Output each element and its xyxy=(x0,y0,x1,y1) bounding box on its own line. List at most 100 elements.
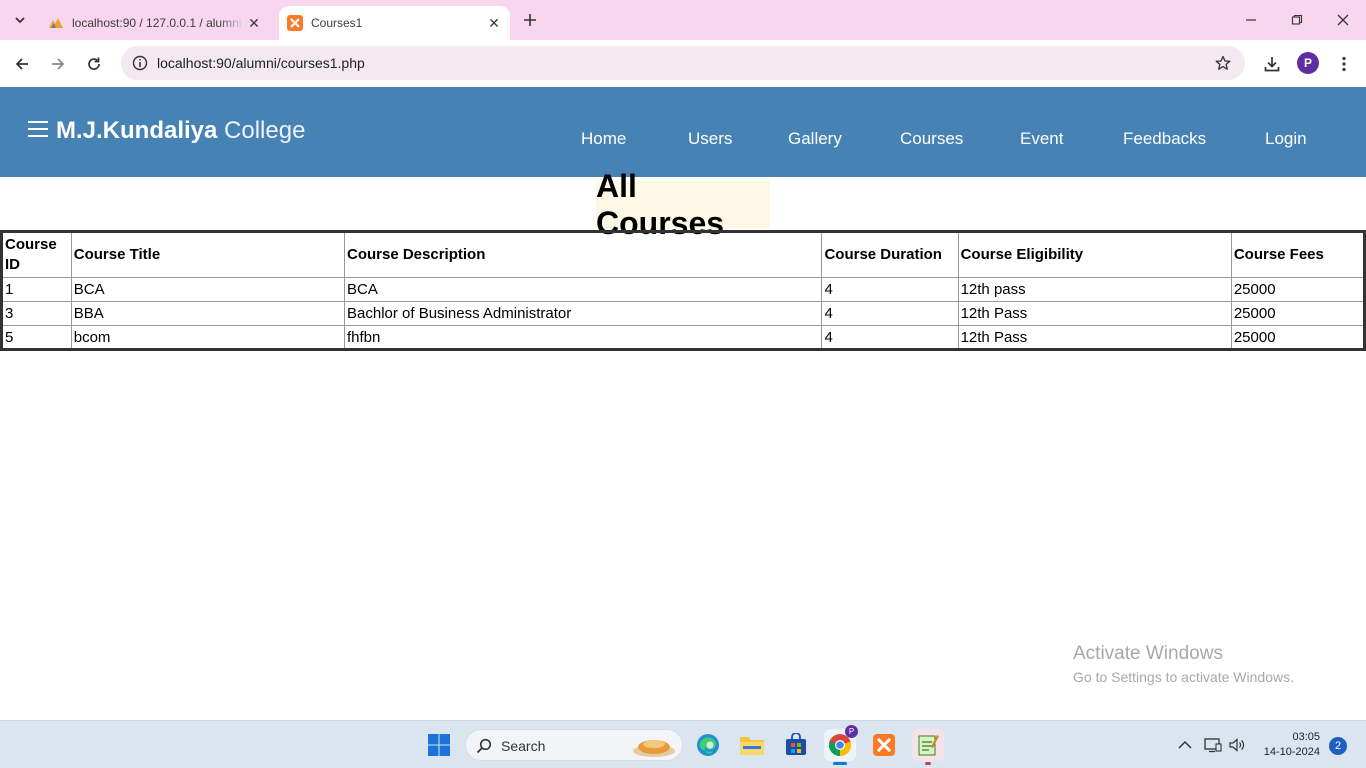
table-row: 1 BCA BCA 4 12th pass 25000 xyxy=(1,277,1366,302)
cell-course-eligibility: 12th pass xyxy=(957,277,1232,302)
taskbar-xampp[interactable] xyxy=(868,729,900,761)
taskbar-store[interactable] xyxy=(780,729,812,761)
minimize-icon xyxy=(1246,19,1256,21)
restore-icon xyxy=(1291,14,1303,25)
site-info-button[interactable] xyxy=(129,52,151,74)
xampp-icon xyxy=(873,734,895,756)
tab-search-button[interactable] xyxy=(8,8,32,32)
plus-icon xyxy=(524,14,536,26)
nav-home[interactable]: Home xyxy=(581,129,626,149)
nav-login[interactable]: Login xyxy=(1265,129,1307,149)
reload-button[interactable] xyxy=(82,52,106,76)
cell-course-title: BCA xyxy=(70,277,346,302)
restore-button[interactable] xyxy=(1282,8,1312,32)
column-header-course-title: Course Title xyxy=(70,231,346,278)
tab-title: Courses1 xyxy=(311,16,363,30)
site-brand[interactable]: M.J.Kundaliya College xyxy=(56,117,305,145)
download-icon xyxy=(1264,57,1280,72)
nav-event[interactable]: Event xyxy=(1020,129,1063,149)
cell-course-id: 1 xyxy=(1,277,72,302)
brand-suffix: College xyxy=(224,117,306,144)
edge-icon xyxy=(697,734,719,756)
taskbar-search[interactable]: Search xyxy=(465,729,683,761)
column-header-course-eligibility: Course Eligibility xyxy=(957,231,1232,278)
info-icon xyxy=(132,55,148,71)
nav-users[interactable]: Users xyxy=(688,129,732,149)
close-tab-icon[interactable]: ✕ xyxy=(484,13,504,33)
tab-phpmyadmin[interactable]: localhost:90 / 127.0.0.1 / alumni ✕ xyxy=(40,6,270,40)
cell-course-fees: 25000 xyxy=(1230,277,1366,302)
cell-course-fees: 25000 xyxy=(1230,325,1366,350)
system-clock[interactable]: 03:05 14-10-2024 xyxy=(1258,730,1320,760)
start-button[interactable] xyxy=(423,729,455,761)
folder-icon xyxy=(740,737,764,755)
cell-course-id: 3 xyxy=(1,301,72,326)
tab-courses1[interactable]: Courses1 ✕ xyxy=(279,6,510,40)
windows-taskbar: Search P 03:05 14-10-2024 2 xyxy=(0,720,1366,768)
close-tab-icon[interactable]: ✕ xyxy=(244,13,264,33)
column-header-course-duration: Course Duration xyxy=(821,231,959,278)
url-text[interactable]: localhost:90/alumni/courses1.php xyxy=(157,55,365,71)
taskbar-chrome[interactable]: P xyxy=(824,725,858,765)
page-title-box: All Courses xyxy=(596,168,770,241)
tab-title: localhost:90 / 127.0.0.1 / alumni xyxy=(72,16,242,30)
browser-menu-button[interactable] xyxy=(1332,52,1356,76)
cell-course-description: Bachlor of Business Administrator xyxy=(343,301,823,326)
column-header-course-fees: Course Fees xyxy=(1230,231,1366,278)
hamburger-menu-icon[interactable] xyxy=(28,121,48,139)
cell-course-description: BCA xyxy=(343,277,823,302)
cell-course-description: fhfbn xyxy=(343,325,823,350)
notification-badge[interactable]: 2 xyxy=(1329,737,1347,755)
search-icon xyxy=(476,738,492,754)
cell-course-duration: 4 xyxy=(821,301,959,326)
reload-icon xyxy=(88,57,100,70)
close-window-button[interactable] xyxy=(1328,8,1358,32)
table-row: 5 bcom fhfbn 4 12th Pass 25000 xyxy=(1,325,1366,350)
browser-tab-strip: localhost:90 / 127.0.0.1 / alumni ✕ Cour… xyxy=(0,0,1366,40)
table-row: 3 BBA Bachlor of Business Administrator … xyxy=(1,301,1366,326)
cell-course-title: bcom xyxy=(70,325,346,350)
column-header-course-description: Course Description xyxy=(343,231,823,278)
cell-course-duration: 4 xyxy=(821,277,959,302)
back-button[interactable] xyxy=(10,52,34,76)
profile-avatar[interactable]: P xyxy=(1297,52,1319,74)
cell-course-eligibility: 12th Pass xyxy=(957,301,1232,326)
chevron-up-icon xyxy=(1178,740,1192,749)
close-icon xyxy=(1337,14,1349,26)
show-hidden-icons-button[interactable] xyxy=(1175,735,1195,755)
watermark-title: Activate Windows xyxy=(1073,643,1223,664)
clock-date: 14-10-2024 xyxy=(1263,746,1320,758)
network-status[interactable] xyxy=(1203,735,1223,755)
brand-name: M.J.Kundaliya xyxy=(56,117,218,144)
arrow-left-icon xyxy=(15,58,28,70)
network-icon xyxy=(1204,738,1222,753)
cell-course-title: BBA xyxy=(70,301,346,326)
taskbar-notepad[interactable] xyxy=(912,729,944,765)
watermark-subtitle: Go to Settings to activate Windows. xyxy=(1073,669,1294,685)
pie-doodle-icon xyxy=(633,740,675,757)
cell-course-fees: 25000 xyxy=(1230,301,1366,326)
nav-courses[interactable]: Courses xyxy=(900,129,963,149)
activation-watermark: Activate Windows Go to Settings to activ… xyxy=(1073,643,1294,685)
nav-feedbacks[interactable]: Feedbacks xyxy=(1123,129,1206,149)
volume-control[interactable] xyxy=(1227,735,1247,755)
taskbar-edge[interactable] xyxy=(692,729,724,761)
downloads-button[interactable] xyxy=(1260,52,1284,76)
taskbar-file-explorer[interactable] xyxy=(736,729,768,761)
address-bar[interactable]: localhost:90/alumni/courses1.php xyxy=(121,46,1245,80)
search-label: Search xyxy=(501,738,546,754)
new-tab-button[interactable] xyxy=(520,10,540,30)
cell-course-id: 5 xyxy=(1,325,72,350)
column-header-course-id: Course ID xyxy=(1,231,72,278)
minimize-button[interactable] xyxy=(1236,8,1266,32)
active-indicator xyxy=(833,762,847,765)
notepad-icon xyxy=(918,735,939,756)
forward-button[interactable] xyxy=(46,52,70,76)
courses-table: Course ID Course Title Course Descriptio… xyxy=(0,230,1366,351)
browser-toolbar: localhost:90/alumni/courses1.php P xyxy=(0,40,1366,87)
chrome-profile-badge: P xyxy=(845,725,858,738)
bookmark-button[interactable] xyxy=(1213,53,1233,73)
running-indicator xyxy=(925,762,931,765)
nav-gallery[interactable]: Gallery xyxy=(788,129,842,149)
phpmyadmin-icon xyxy=(49,18,63,28)
